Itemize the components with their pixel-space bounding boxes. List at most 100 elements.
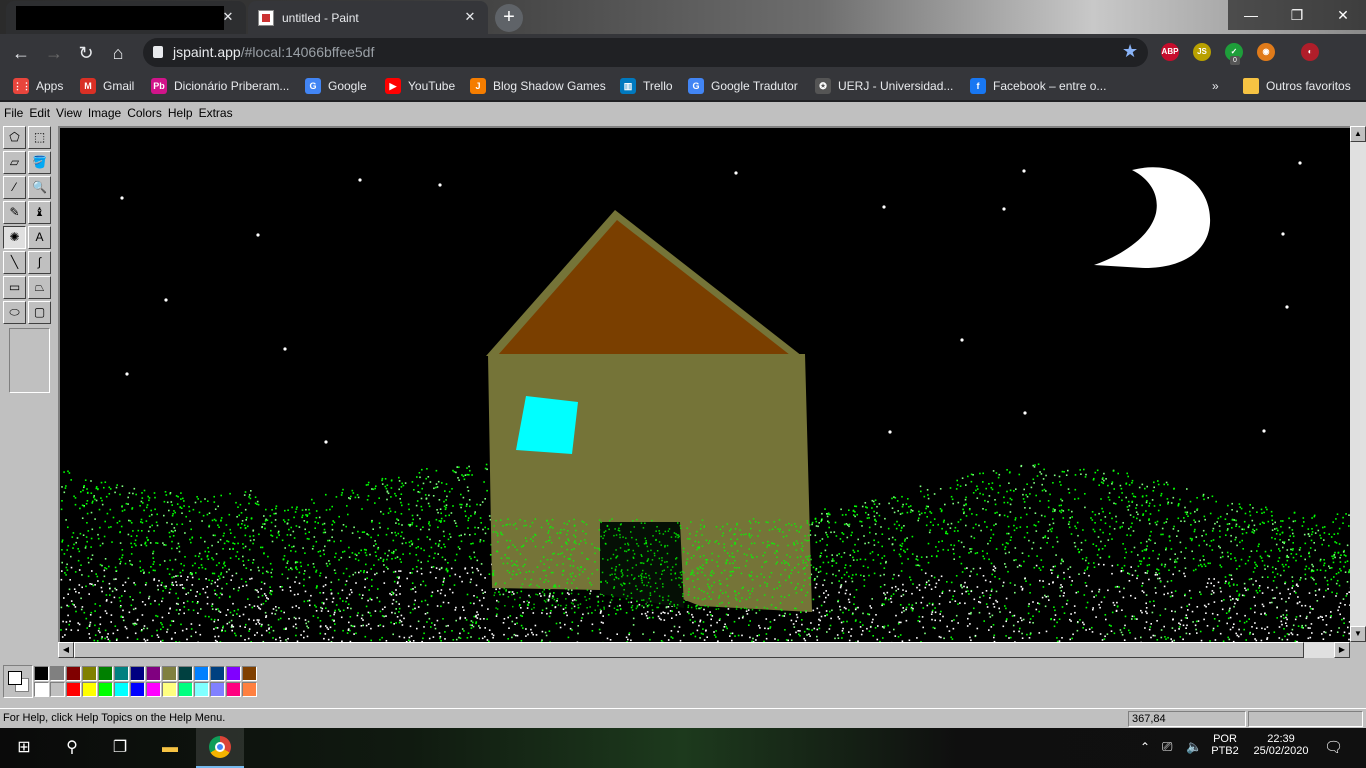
palette-swatch[interactable] (82, 666, 97, 681)
new-tab-button[interactable]: + (495, 4, 523, 32)
menu-help[interactable]: Help (168, 106, 193, 120)
reload-icon[interactable]: ↻ (72, 39, 100, 67)
palette-swatch[interactable] (114, 682, 129, 697)
scroll-down-icon[interactable]: ▼ (1350, 626, 1366, 642)
bookmark-uerj[interactable]: ✪ UERJ - Universidad... (815, 77, 953, 95)
scroll-right-icon[interactable]: ▶ (1334, 642, 1350, 658)
line-tool[interactable]: ╲ (3, 251, 26, 274)
tab-paint[interactable]: untitled - Paint ✕ (248, 1, 488, 34)
palette-swatch[interactable] (114, 666, 129, 681)
input-language[interactable]: POR PTB2 (1208, 733, 1242, 757)
palette-swatch[interactable] (50, 682, 65, 697)
foreground-color-swatch[interactable] (8, 671, 22, 685)
windows-start-icon[interactable]: ⊞ (0, 728, 48, 768)
free-form-select-tool[interactable]: ⬠ (3, 126, 26, 149)
brush-tool[interactable]: ♝ (28, 201, 51, 224)
fill-bucket-tool[interactable]: 🪣 (28, 151, 51, 174)
adblock-plus-icon[interactable]: ABP (1161, 43, 1179, 61)
palette-swatch[interactable] (66, 666, 81, 681)
clock[interactable]: 22:39 25/02/2020 (1246, 733, 1316, 757)
show-hidden-icons-icon[interactable]: ⌃ (1140, 740, 1150, 754)
eraser-tool[interactable]: ▱ (3, 151, 26, 174)
palette-swatch[interactable] (194, 682, 209, 697)
airbrush-tool[interactable]: ✺ (3, 226, 26, 249)
chrome-icon[interactable] (196, 728, 244, 768)
palette-swatch[interactable] (130, 666, 145, 681)
palette-swatch[interactable] (66, 682, 81, 697)
palette-swatch[interactable] (242, 666, 257, 681)
color-picker-tool[interactable]: ⁄ (3, 176, 26, 199)
menu-image[interactable]: Image (88, 106, 121, 120)
rectangle-select-tool[interactable]: ⬚ (28, 126, 51, 149)
bookmark-google[interactable]: G Google (305, 77, 367, 95)
bookmark-apps-grid[interactable]: ⋮⋮ Apps (13, 77, 63, 95)
volume-icon[interactable]: 🔈 (1186, 739, 1202, 755)
drawing-canvas[interactable] (60, 128, 1350, 642)
minimize-button[interactable]: — (1228, 0, 1274, 30)
close-tab-icon[interactable]: ✕ (462, 9, 478, 25)
palette-swatch[interactable] (34, 682, 49, 697)
menu-file[interactable]: File (4, 106, 23, 120)
menu-extras[interactable]: Extras (199, 106, 233, 120)
curve-tool[interactable]: ∫ (28, 251, 51, 274)
palette-swatch[interactable] (162, 666, 177, 681)
palette-swatch[interactable] (98, 666, 113, 681)
palette-swatch[interactable] (130, 682, 145, 697)
horizontal-scrollbar[interactable]: ◀ ▶ (58, 642, 1350, 658)
restore-button[interactable]: ❐ (1274, 0, 1320, 30)
palette-swatch[interactable] (226, 682, 241, 697)
vertical-scrollbar[interactable]: ▲ ▼ (1350, 126, 1366, 642)
palette-swatch[interactable] (98, 682, 113, 697)
bookmark-blogger[interactable]: J Blog Shadow Games (470, 77, 606, 95)
rounded-rectangle-tool[interactable]: ▢ (28, 301, 51, 324)
bookmark-facebook[interactable]: f Facebook – entre o... (970, 77, 1106, 95)
text-tool[interactable]: A (28, 226, 51, 249)
notifications-icon[interactable]: 🗨 (1324, 738, 1343, 756)
menu-colors[interactable]: Colors (127, 106, 162, 120)
bookmarks-overflow-button[interactable]: » (1212, 77, 1219, 95)
palette-swatch[interactable] (162, 682, 177, 697)
pencil-tool[interactable]: ✎ (3, 201, 26, 224)
back-icon[interactable]: ← (7, 39, 35, 67)
palette-swatch[interactable] (194, 666, 209, 681)
task-view-icon[interactable]: ❐ (96, 728, 144, 768)
menu-edit[interactable]: Edit (29, 106, 50, 120)
magnifier-tool[interactable]: 🔍 (28, 176, 51, 199)
ellipse-tool[interactable]: ⬭ (3, 301, 26, 324)
palette-swatch[interactable] (242, 682, 257, 697)
polygon-tool[interactable]: ⏢ (28, 276, 51, 299)
forward-icon[interactable]: → (40, 39, 68, 67)
palette-swatch[interactable] (146, 682, 161, 697)
network-icon[interactable]: ⎚ (1162, 739, 1172, 755)
scroll-up-icon[interactable]: ▲ (1350, 126, 1366, 142)
scroll-left-icon[interactable]: ◀ (58, 642, 74, 658)
bookmark-trello[interactable]: ▥ Trello (620, 77, 673, 95)
home-icon[interactable]: ⌂ (104, 39, 132, 67)
horizontal-scroll-thumb[interactable] (74, 642, 1304, 658)
tab-redacted[interactable]: ✕ (6, 1, 246, 34)
bookmark-gmail[interactable]: M Gmail (80, 77, 134, 95)
close-window-button[interactable]: ✕ (1320, 0, 1366, 30)
profile-avatar-icon[interactable]: ◐ (1301, 43, 1319, 61)
palette-swatch[interactable] (178, 682, 193, 697)
palette-swatch[interactable] (146, 666, 161, 681)
search-icon[interactable]: ⚲ (48, 728, 96, 768)
bookmark-star-icon[interactable]: ★ (1122, 41, 1138, 62)
palette-swatch[interactable] (178, 666, 193, 681)
menu-view[interactable]: View (56, 106, 82, 120)
close-tab-icon[interactable]: ✕ (220, 9, 236, 25)
address-bar[interactable]: jspaint.app/#local:14066bffee5df (143, 38, 1148, 67)
palette-swatch[interactable] (226, 666, 241, 681)
current-colors[interactable] (3, 665, 33, 698)
bookmark-google-translate[interactable]: G Google Tradutor (688, 77, 798, 95)
bookmark-priberam[interactable]: Pb Dicionário Priberam... (151, 77, 289, 95)
other-bookmarks-folder[interactable]: Outros favoritos (1243, 77, 1351, 95)
file-explorer-icon[interactable]: ▬ (146, 728, 194, 768)
palette-swatch[interactable] (210, 666, 225, 681)
palette-swatch[interactable] (210, 682, 225, 697)
palette-swatch[interactable] (82, 682, 97, 697)
owl-icon[interactable]: ◉ (1257, 43, 1275, 61)
palette-swatch[interactable] (50, 666, 65, 681)
js-icon[interactable]: JS (1193, 43, 1211, 61)
palette-swatch[interactable] (34, 666, 49, 681)
